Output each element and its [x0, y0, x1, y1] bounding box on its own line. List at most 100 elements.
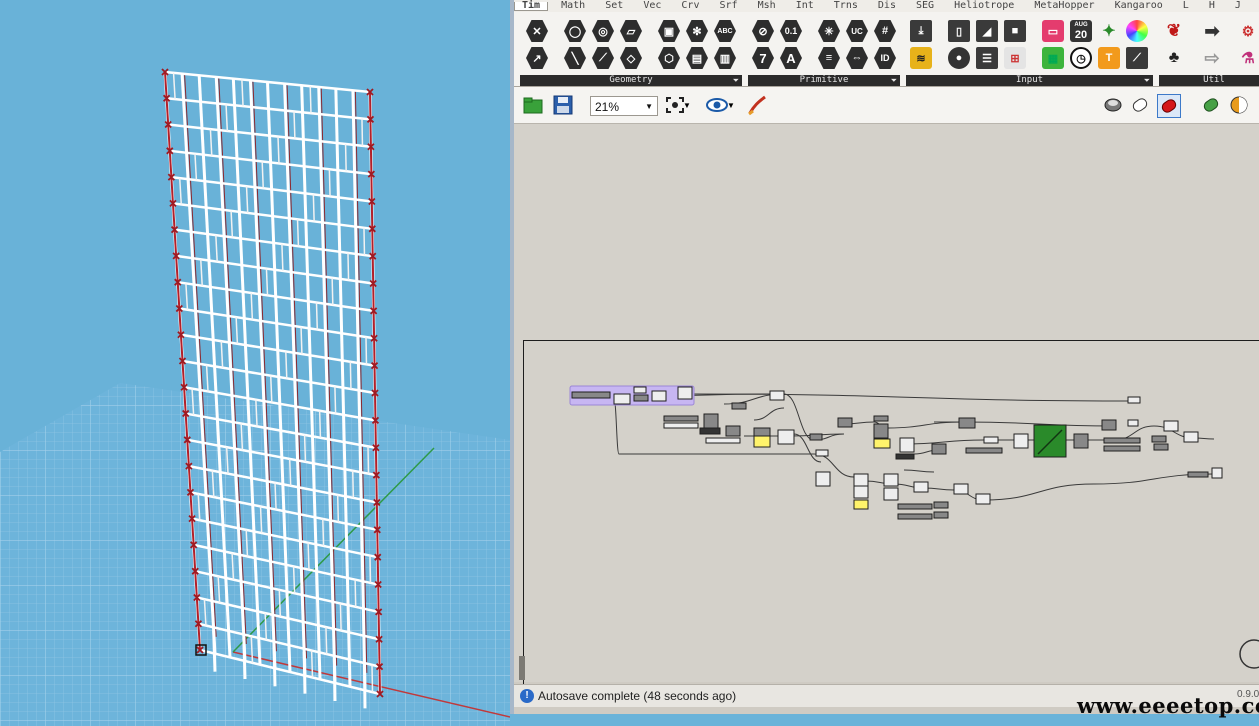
zoom-select[interactable]: 21% ▼	[590, 96, 658, 116]
color-preview-icon[interactable]	[1228, 94, 1250, 116]
list-icon[interactable]: ☰	[976, 47, 998, 69]
tab-10[interactable]: SEG	[909, 1, 941, 11]
stripes-icon[interactable]: ≡	[818, 47, 840, 69]
sketch-brush-icon[interactable]	[746, 94, 768, 116]
calendar-icon[interactable]: AUG 20	[1070, 20, 1092, 42]
preview-selected-icon[interactable]	[1157, 94, 1181, 118]
square-icon[interactable]: ■	[1004, 20, 1026, 42]
graph-icon[interactable]: T	[1098, 47, 1120, 69]
component-node	[983, 436, 999, 444]
sheet-icon[interactable]: ▤	[686, 47, 708, 69]
rhino-viewport[interactable]	[0, 0, 510, 726]
tab-6[interactable]: Msh	[751, 1, 783, 11]
abc-icon[interactable]: ABC	[714, 20, 736, 42]
tree-icon[interactable]: ♣	[1163, 47, 1185, 69]
line-icon[interactable]: ╲	[564, 47, 586, 69]
arrow-icon[interactable]: ↗	[526, 47, 548, 69]
tab-0[interactable]: Tim	[514, 1, 549, 11]
zoom-dropdown-icon[interactable]: ▼	[682, 94, 692, 116]
component-node	[913, 481, 929, 493]
component-node	[933, 511, 949, 519]
ellipse-icon[interactable]: ◯	[564, 20, 586, 42]
tab-4[interactable]: Crv	[674, 1, 706, 11]
tab-9[interactable]: Dis	[871, 1, 903, 11]
component-node	[677, 386, 693, 400]
color-wheel-icon[interactable]	[1126, 20, 1148, 42]
component-node	[1211, 467, 1223, 479]
x-circle-icon[interactable]: ✕	[526, 20, 548, 42]
watermark-text: www.eeeetop.com	[1077, 693, 1259, 718]
id-icon[interactable]: ID	[874, 47, 896, 69]
hollow-arrow-icon[interactable]: ⇨	[1201, 47, 1223, 69]
radial-icon[interactable]: ✦	[1098, 20, 1120, 42]
ribbon-group-label[interactable]: Geometry ⏷	[520, 75, 742, 86]
gear-icon[interactable]: ⚙	[1237, 20, 1259, 42]
phone-icon[interactable]: ▯	[948, 20, 970, 42]
book-icon[interactable]: ▥	[714, 47, 736, 69]
ribbon-group-label[interactable]: Primitive ⏷	[748, 75, 900, 86]
number-icon[interactable]: 0.1	[780, 20, 802, 42]
box-icon[interactable]: ▣	[658, 20, 680, 42]
uc-icon[interactable]: UC	[846, 20, 868, 42]
mesh-icon[interactable]: ✻	[686, 20, 708, 42]
slider-icon[interactable]: ▭	[1042, 20, 1064, 42]
ribbon-group-label[interactable]: Util⏷	[1159, 75, 1259, 86]
palette-icon[interactable]: ⊞	[1004, 47, 1026, 69]
curve-icon[interactable]: ⟋	[1126, 47, 1148, 69]
gradient-icon[interactable]: ◢	[976, 20, 998, 42]
tab-17[interactable]: E	[1254, 2, 1259, 10]
download-icon[interactable]: ⤓	[910, 20, 932, 42]
grasshopper-window: Tim Math Set Vec Crv Srf Msh Int Trns Di…	[510, 0, 1259, 714]
tab-8[interactable]: Trns	[827, 1, 865, 11]
preview-dropdown-icon[interactable]: ▼	[726, 94, 736, 116]
circle-icon[interactable]: ⊘	[752, 20, 774, 42]
tab-16[interactable]: J	[1228, 1, 1248, 11]
tab-5[interactable]: Srf	[713, 1, 745, 11]
grasshopper-canvas[interactable]	[514, 124, 1259, 687]
seven-icon[interactable]: 7	[752, 47, 774, 69]
star-icon[interactable]: ✳	[818, 20, 840, 42]
preview-eye-icon[interactable]	[706, 94, 728, 116]
tab-7[interactable]: Int	[789, 1, 821, 11]
tab-11[interactable]: Heliotrope	[947, 1, 1021, 11]
tab-3[interactable]: Vec	[636, 1, 668, 11]
component-node	[1151, 435, 1167, 443]
ribbon-group-util: ❦ ♣ ➡ ⇨ ⚙ ⚗ Util⏷	[1159, 16, 1259, 86]
segment-icon[interactable]: ⟋	[592, 47, 614, 69]
component-node	[897, 503, 933, 510]
ribbon-group-label[interactable]: Input ⏷	[906, 75, 1153, 86]
text-icon[interactable]: A	[780, 47, 802, 69]
tab-1[interactable]: Math	[554, 1, 592, 11]
tab-15[interactable]: H	[1202, 1, 1222, 11]
cherry-icon[interactable]: ❦	[1163, 20, 1185, 42]
wire	[613, 399, 620, 455]
flask-icon[interactable]: ⚗	[1237, 47, 1259, 69]
arrow-right-icon[interactable]: ➡	[1201, 20, 1223, 42]
component-node	[1127, 419, 1139, 427]
hash-icon[interactable]: #	[874, 20, 896, 42]
wire	[903, 469, 935, 473]
tab-12[interactable]: MetaHopper	[1027, 1, 1101, 11]
diamond-icon[interactable]: ◇	[620, 47, 642, 69]
save-icon[interactable]	[552, 94, 574, 116]
tab-2[interactable]: Set	[598, 1, 630, 11]
torus-icon[interactable]: ◎	[592, 20, 614, 42]
tab-13[interactable]: Kangaroo	[1108, 1, 1170, 11]
open-file-icon[interactable]	[522, 94, 544, 116]
preview-wire-icon[interactable]	[1102, 94, 1124, 116]
component-node	[731, 402, 747, 410]
matrix-icon[interactable]: ▦	[1042, 47, 1064, 69]
plane-icon[interactable]: ▱	[620, 20, 642, 42]
tab-14[interactable]: L	[1176, 1, 1196, 11]
bulb-icon[interactable]: ≋	[910, 47, 932, 69]
component-node	[699, 427, 721, 435]
clock-icon[interactable]: ◷	[1070, 47, 1092, 69]
knob-icon[interactable]: ●	[948, 47, 970, 69]
component-node	[853, 473, 869, 487]
component-node	[571, 391, 611, 399]
bake-icon[interactable]	[1200, 94, 1222, 116]
cube-icon[interactable]: ⬡	[658, 47, 680, 69]
preview-shaded-icon[interactable]	[1129, 94, 1151, 116]
ribbon-group-primitive: ⊘ 7 0.1 A ✳ ≡ UC ⇔ # ID Primitive ⏷	[748, 16, 900, 86]
swap-icon[interactable]: ⇔	[846, 47, 868, 69]
